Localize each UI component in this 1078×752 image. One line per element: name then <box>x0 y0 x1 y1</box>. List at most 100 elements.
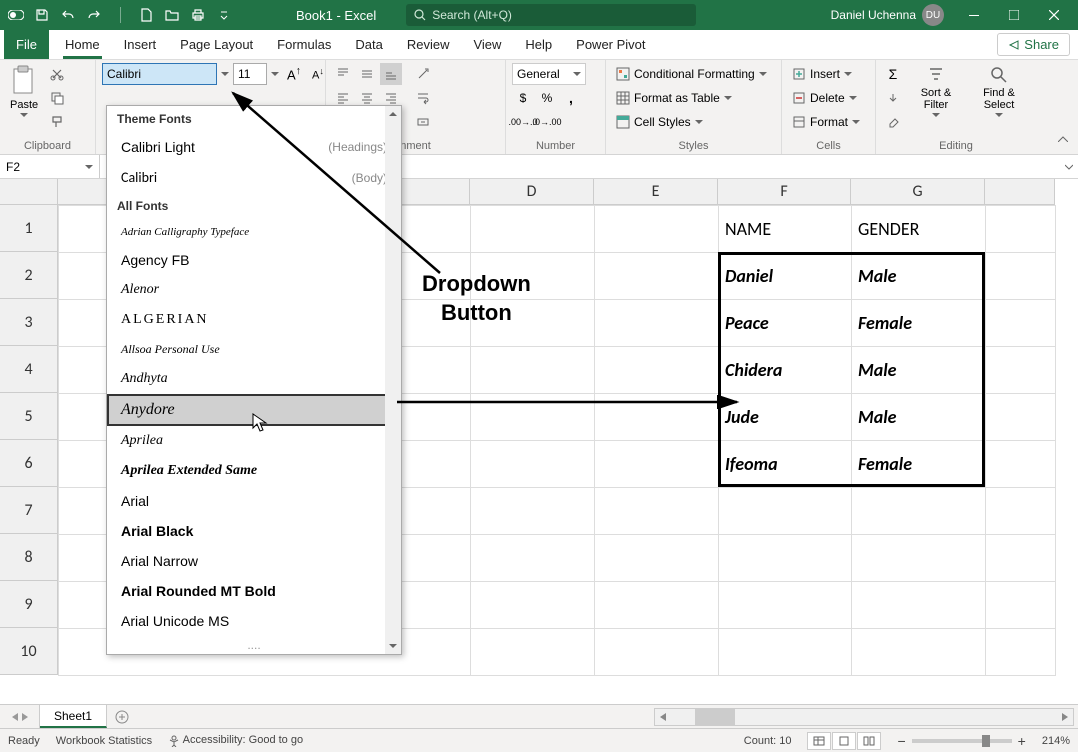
font-item-5[interactable]: Andhyta <box>107 364 401 394</box>
find-select-button[interactable]: Find & Select <box>968 63 1030 119</box>
tab-data[interactable]: Data <box>343 30 394 59</box>
clear-button[interactable] <box>882 111 904 133</box>
col-header-d[interactable]: D <box>470 179 594 205</box>
zoom-in-button[interactable]: + <box>1018 733 1026 749</box>
annotation-arrow-1 <box>225 85 455 280</box>
tab-insert[interactable]: Insert <box>112 30 169 59</box>
col-header-h[interactable] <box>985 179 1055 205</box>
delete-cells-button[interactable]: Delete <box>788 87 869 109</box>
new-sheet-button[interactable] <box>107 705 137 728</box>
font-size-combo[interactable]: 11 <box>233 63 267 85</box>
tab-formulas[interactable]: Formulas <box>265 30 343 59</box>
tab-help[interactable]: Help <box>513 30 564 59</box>
print-icon[interactable] <box>186 3 210 27</box>
tab-view[interactable]: View <box>461 30 513 59</box>
row-header-3[interactable]: 3 <box>0 299 58 346</box>
view-normal-button[interactable] <box>807 732 831 750</box>
user-account[interactable]: Daniel Uchenna DU <box>831 4 944 26</box>
decrease-decimal-button[interactable]: .0→.00 <box>536 111 558 133</box>
font-dropdown-button[interactable] <box>219 72 231 76</box>
name-box[interactable]: F2 <box>0 155 100 178</box>
row-header-10[interactable]: 10 <box>0 628 58 675</box>
sheet-nav-buttons[interactable] <box>0 705 40 728</box>
row-header-1[interactable]: 1 <box>0 205 58 252</box>
close-button[interactable] <box>1034 0 1074 30</box>
status-accessibility[interactable]: Accessibility: Good to go <box>168 734 303 746</box>
grow-font-button[interactable]: A↑ <box>283 63 305 85</box>
row-header-6[interactable]: 6 <box>0 440 58 487</box>
fill-button[interactable] <box>882 87 904 109</box>
qat-more-icon[interactable] <box>212 3 236 27</box>
tab-review[interactable]: Review <box>395 30 462 59</box>
view-page-layout-button[interactable] <box>832 732 856 750</box>
copy-button[interactable] <box>46 87 68 109</box>
format-as-table-button[interactable]: Format as Table <box>612 87 775 109</box>
horizontal-scrollbar[interactable] <box>654 708 1074 726</box>
insert-cells-button[interactable]: Insert <box>788 63 869 85</box>
new-file-icon[interactable] <box>134 3 158 27</box>
align-middle-button[interactable] <box>356 63 378 85</box>
font-item-10[interactable]: Arial Black <box>107 516 401 546</box>
scroll-down-button[interactable] <box>385 638 401 654</box>
save-icon[interactable] <box>30 3 54 27</box>
font-item-12[interactable]: Arial Rounded MT Bold <box>107 576 401 606</box>
orientation-button[interactable] <box>412 63 434 85</box>
format-cells-button[interactable]: Format <box>788 111 869 133</box>
font-item-8[interactable]: Aprilea Extended Same <box>107 456 401 486</box>
font-item-13[interactable]: Arial Unicode MS <box>107 606 401 636</box>
increase-decimal-button[interactable]: .00→.0 <box>512 111 534 133</box>
maximize-button[interactable] <box>994 0 1034 30</box>
search-box[interactable]: Search (Alt+Q) <box>406 4 696 26</box>
font-name-combo[interactable]: Calibri <box>102 63 217 85</box>
tab-file[interactable]: File <box>4 30 49 59</box>
group-label-clipboard: Clipboard <box>6 138 89 154</box>
status-workbook-stats[interactable]: Workbook Statistics <box>56 735 152 747</box>
minimize-button[interactable] <box>954 0 994 30</box>
sort-filter-button[interactable]: Sort & Filter <box>908 63 964 119</box>
row-header-7[interactable]: 7 <box>0 487 58 534</box>
row-header-9[interactable]: 9 <box>0 581 58 628</box>
zoom-out-button[interactable]: − <box>897 733 905 749</box>
autosave-toggle[interactable] <box>4 3 28 27</box>
cut-button[interactable] <box>46 63 68 85</box>
row-header-4[interactable]: 4 <box>0 346 58 393</box>
select-all-corner[interactable] <box>0 179 58 205</box>
autosum-button[interactable]: Σ <box>882 63 904 85</box>
zoom-slider[interactable] <box>912 739 1012 743</box>
expand-formula-bar[interactable] <box>1060 155 1078 178</box>
undo-icon[interactable] <box>56 3 80 27</box>
format-painter-button[interactable] <box>46 111 68 133</box>
search-icon <box>414 9 426 21</box>
align-top-button[interactable] <box>332 63 354 85</box>
comma-button[interactable]: , <box>560 87 582 109</box>
row-header-5[interactable]: 5 <box>0 393 58 440</box>
font-item-11[interactable]: Arial Narrow <box>107 546 401 576</box>
sheet-tab-1[interactable]: Sheet1 <box>40 705 107 728</box>
collapse-ribbon-button[interactable] <box>1052 128 1074 150</box>
conditional-formatting-button[interactable]: Conditional Formatting <box>612 63 775 85</box>
font-item-4[interactable]: Allsoa Personal Use <box>107 335 401 364</box>
tab-page-layout[interactable]: Page Layout <box>168 30 265 59</box>
row-header-8[interactable]: 8 <box>0 534 58 581</box>
col-header-g[interactable]: G <box>851 179 985 205</box>
zoom-level[interactable]: 214% <box>1042 735 1070 747</box>
share-button[interactable]: Share <box>997 33 1070 56</box>
redo-icon[interactable] <box>82 3 106 27</box>
number-format-combo[interactable]: General <box>512 63 586 85</box>
view-page-break-button[interactable] <box>857 732 881 750</box>
open-file-icon[interactable] <box>160 3 184 27</box>
currency-button[interactable]: $ <box>512 87 534 109</box>
insert-icon <box>792 67 806 81</box>
row-header-2[interactable]: 2 <box>0 252 58 299</box>
paste-button[interactable]: Paste <box>6 63 42 119</box>
font-item-3[interactable]: ALGERIAN <box>107 305 401 335</box>
col-header-e[interactable]: E <box>594 179 718 205</box>
tab-power-pivot[interactable]: Power Pivot <box>564 30 657 59</box>
tab-home[interactable]: Home <box>53 30 112 59</box>
font-size-dropdown[interactable] <box>269 72 281 76</box>
col-header-f[interactable]: F <box>718 179 851 205</box>
align-bottom-button[interactable] <box>380 63 402 85</box>
font-item-9[interactable]: Arial <box>107 486 401 516</box>
percent-button[interactable]: % <box>536 87 558 109</box>
cell-styles-button[interactable]: Cell Styles <box>612 111 775 133</box>
